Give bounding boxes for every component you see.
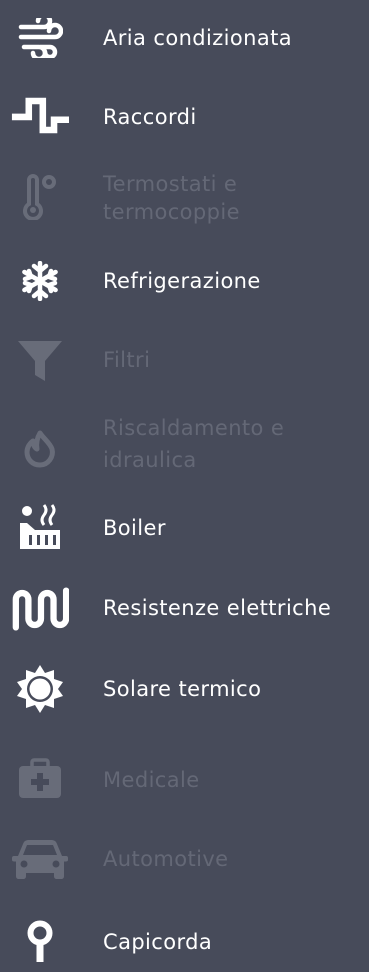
menu-item-aria-condizionata[interactable]: Aria condizionata xyxy=(0,8,369,68)
menu-item-label: Aria condizionata xyxy=(103,26,293,50)
menu-item-boiler[interactable]: Boiler xyxy=(0,498,369,558)
cable-lug-icon xyxy=(11,912,69,970)
category-menu: Aria condizionata Raccordi Termostati e … xyxy=(0,0,369,966)
menu-item-capicorda[interactable]: Capicorda xyxy=(0,912,369,972)
pipe-fitting-icon xyxy=(11,87,69,145)
menu-item-filtri[interactable]: Filtri xyxy=(0,330,369,390)
menu-item-riscaldamento[interactable]: Riscaldamento e idraulica xyxy=(0,410,369,480)
sun-icon xyxy=(11,660,69,718)
menu-item-solare-termico[interactable]: Solare termico xyxy=(0,659,369,719)
menu-item-label: Resistenze elettriche xyxy=(103,596,332,620)
menu-item-automotive[interactable]: Automotive xyxy=(0,829,369,889)
menu-item-label: Solare termico xyxy=(103,677,262,701)
wind-icon xyxy=(11,9,69,67)
medical-kit-icon xyxy=(11,750,69,808)
thermometer-icon xyxy=(11,168,69,226)
menu-item-label: Automotive xyxy=(103,847,229,871)
menu-item-refrigerazione[interactable]: Refrigerazione xyxy=(0,251,369,311)
car-icon xyxy=(11,831,69,889)
menu-item-label-line2: termocoppie xyxy=(103,200,240,224)
heating-coil-icon xyxy=(11,580,69,638)
boiler-icon xyxy=(11,498,69,556)
menu-item-raccordi[interactable]: Raccordi xyxy=(0,87,369,147)
filter-icon xyxy=(11,332,69,390)
menu-item-termostati[interactable]: Termostati e termocoppie xyxy=(0,166,369,226)
snowflake-icon xyxy=(11,252,69,310)
menu-item-resistenze[interactable]: Resistenze elettriche xyxy=(0,578,369,638)
menu-item-label: Raccordi xyxy=(103,105,197,129)
menu-item-label: Filtri xyxy=(103,348,151,372)
flame-icon xyxy=(11,420,69,478)
menu-item-label: Termostati e xyxy=(103,172,238,196)
menu-item-label: Riscaldamento e xyxy=(103,416,285,440)
menu-item-label: Boiler xyxy=(103,516,166,540)
menu-item-label: Capicorda xyxy=(103,930,213,954)
menu-item-medicale[interactable]: Medicale xyxy=(0,750,369,810)
menu-item-label: Refrigerazione xyxy=(103,269,261,293)
menu-item-label: Medicale xyxy=(103,768,200,792)
menu-item-label-line2: idraulica xyxy=(103,448,197,472)
